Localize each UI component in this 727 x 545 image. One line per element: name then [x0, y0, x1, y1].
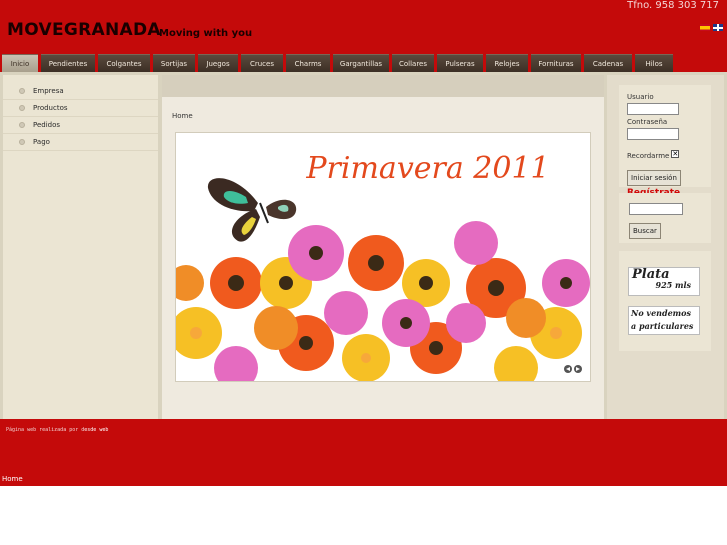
tab-collares[interactable]: Collares: [392, 54, 434, 72]
tab-hilos[interactable]: Hilos: [635, 54, 673, 72]
en-flag-icon[interactable]: [713, 24, 723, 31]
promo-box: Plata 925 mls No vendemos a particulares: [619, 251, 711, 351]
header: Tfno. 958 303 717 MOVEGRANADA Moving wit…: [0, 0, 727, 54]
banner-title: Primavera 2011: [305, 151, 549, 186]
sidebar-item-pago[interactable]: Pago: [3, 134, 158, 151]
main-nav: Inicio Pendientes Colgantes Sortijas Jue…: [0, 54, 727, 72]
tab-juegos[interactable]: Juegos: [198, 54, 238, 72]
tab-sortijas[interactable]: Sortijas: [153, 54, 195, 72]
page: Tfno. 958 303 717 MOVEGRANADA Moving wit…: [0, 0, 727, 545]
tab-label: Hilos: [645, 59, 663, 68]
sidebar-item-pedidos[interactable]: Pedidos: [3, 117, 158, 134]
footer-home-link[interactable]: Home: [2, 475, 23, 483]
breadcrumb[interactable]: Home: [172, 112, 193, 120]
bullet-icon: [19, 105, 25, 111]
particulares-text: a particulares: [631, 321, 694, 331]
tab-label: Cruces: [249, 59, 274, 68]
sidebar-item-label: Productos: [33, 104, 68, 112]
remember-row: Recordarme ✕: [627, 143, 703, 162]
tab-label: Pulseras: [445, 59, 475, 68]
no-particulares-banner[interactable]: No vendemos a particulares: [628, 306, 700, 335]
remember-checkbox[interactable]: ✕: [671, 149, 680, 158]
tab-cruces[interactable]: Cruces: [241, 54, 283, 72]
remember-label: Recordarme: [627, 152, 670, 160]
sidebar-item-productos[interactable]: Productos: [3, 100, 158, 117]
footer: Página web realizada por desde web Home: [0, 419, 727, 486]
password-input[interactable]: [627, 128, 679, 140]
tab-inicio[interactable]: Inicio: [2, 54, 38, 72]
sidebar-item-label: Pago: [33, 138, 50, 146]
tab-charms[interactable]: Charms: [286, 54, 330, 72]
search-submit-row: Buscar: [629, 218, 701, 239]
tab-label: Gargantillas: [339, 59, 383, 68]
tab-pulseras[interactable]: Pulseras: [437, 54, 483, 72]
es-flag-icon[interactable]: [700, 24, 710, 31]
tab-label: Collares: [398, 59, 428, 68]
brand-logo[interactable]: MOVEGRANADA: [7, 20, 161, 40]
no-vendemos-text: No vendemos: [631, 308, 691, 318]
tab-label: Pendientes: [48, 59, 88, 68]
username-input[interactable]: [627, 103, 679, 115]
phone-number: Tfno. 958 303 717: [627, 0, 719, 11]
tab-cadenas[interactable]: Cadenas: [584, 54, 632, 72]
footer-credit: Página web realizada por desde web: [6, 427, 108, 433]
tab-colgantes[interactable]: Colgantes: [98, 54, 150, 72]
password-label: Contraseña: [627, 118, 668, 126]
bullet-icon: [19, 122, 25, 128]
tab-label: Fornituras: [538, 59, 574, 68]
language-selector: [700, 24, 723, 31]
plata-subtitle: 925 mls: [655, 280, 692, 290]
tab-pendientes[interactable]: Pendientes: [41, 54, 95, 72]
tab-label: Juegos: [206, 59, 230, 68]
search-box: Buscar: [619, 193, 711, 243]
sidebar: Empresa Productos Pedidos Pago: [3, 75, 158, 419]
content-top-bar: [162, 75, 604, 97]
login-box: Usuario Contraseña Recordarme ✕ Iniciar s…: [619, 85, 711, 198]
login-submit-row: Iniciar sesión: [627, 165, 703, 186]
tab-relojes[interactable]: Relojes: [486, 54, 528, 72]
main-area: Empresa Productos Pedidos Pago Home Prim…: [0, 72, 727, 419]
username-label: Usuario: [627, 93, 654, 101]
credit-text: Página web realizada por d: [6, 427, 85, 433]
search-button[interactable]: Buscar: [629, 223, 661, 239]
sidebar-item-label: Empresa: [33, 87, 64, 95]
tab-gargantillas[interactable]: Gargantillas: [333, 54, 389, 72]
tab-label: Sortijas: [160, 59, 188, 68]
tagline: Moving with you: [159, 28, 253, 39]
bullet-icon: [19, 88, 25, 94]
banner-slideshow: Primavera 2011: [175, 132, 591, 382]
tab-label: Charms: [294, 59, 322, 68]
content: Home Primavera 2011: [162, 75, 604, 419]
tab-label: Inicio: [10, 59, 30, 68]
credit-link[interactable]: esde web: [84, 427, 108, 433]
plata-banner[interactable]: Plata 925 mls: [628, 267, 700, 296]
tab-label: Colgantes: [106, 59, 142, 68]
spring-flowers-banner: Primavera 2011: [176, 133, 590, 381]
search-input[interactable]: [629, 203, 683, 215]
tab-label: Relojes: [494, 59, 520, 68]
bullet-icon: [19, 139, 25, 145]
sidebar-item-empresa[interactable]: Empresa: [3, 83, 158, 100]
sidebar-item-label: Pedidos: [33, 121, 61, 129]
tab-label: Cadenas: [592, 59, 624, 68]
tab-fornituras[interactable]: Fornituras: [531, 54, 581, 72]
right-column: Usuario Contraseña Recordarme ✕ Iniciar s…: [607, 75, 724, 419]
login-button[interactable]: Iniciar sesión: [627, 170, 681, 186]
